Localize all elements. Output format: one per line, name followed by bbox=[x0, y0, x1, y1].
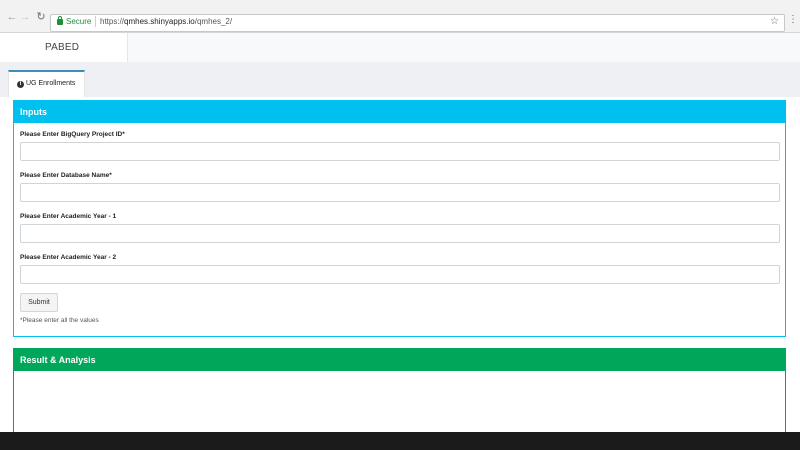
submit-button[interactable]: Submit bbox=[20, 293, 58, 312]
app-brand[interactable]: PABED bbox=[45, 42, 79, 53]
academic-year-2-field[interactable] bbox=[20, 265, 780, 284]
result-panel-title: Result & Analysis bbox=[20, 355, 96, 365]
app-header: PABED bbox=[0, 33, 800, 62]
forward-arrow-icon[interactable]: → bbox=[19, 11, 31, 23]
info-circle-icon: i bbox=[17, 81, 24, 88]
secure-label: Secure bbox=[66, 17, 92, 26]
database-name-field[interactable] bbox=[20, 183, 780, 202]
inputs-panel-title: Inputs bbox=[20, 107, 47, 117]
url-path: /qmhes_2/ bbox=[194, 17, 233, 26]
url-divider bbox=[95, 16, 96, 27]
inputs-panel-header: Inputs bbox=[14, 101, 785, 123]
database-name-label: Please Enter Database Name* bbox=[20, 172, 112, 179]
lock-icon bbox=[57, 16, 63, 25]
address-bar[interactable]: Secure https://qmhes.shinyapps.io/qmhes_… bbox=[50, 14, 785, 32]
bottom-bar bbox=[0, 432, 800, 450]
inputs-panel: Inputs Please Enter BigQuery Project ID*… bbox=[13, 100, 786, 337]
project-id-label: Please Enter BigQuery Project ID* bbox=[20, 131, 125, 138]
url-host: qmhes.shinyapps.io bbox=[124, 17, 195, 26]
reload-icon[interactable]: ↻ bbox=[35, 11, 47, 23]
academic-year-2-label: Please Enter Academic Year - 2 bbox=[20, 254, 117, 261]
url-scheme: https:// bbox=[100, 17, 125, 26]
tab-label: UG Enrollments bbox=[26, 80, 76, 87]
result-panel: Result & Analysis bbox=[13, 348, 786, 438]
tab-strip bbox=[0, 62, 800, 97]
bookmark-star-icon[interactable]: ☆ bbox=[770, 16, 779, 27]
tab-ug-enrollments[interactable]: i UG Enrollments bbox=[8, 70, 85, 97]
academic-year-1-field[interactable] bbox=[20, 224, 780, 243]
academic-year-1-label: Please Enter Academic Year - 1 bbox=[20, 213, 117, 220]
required-hint: *Please enter all the values bbox=[20, 317, 99, 324]
brand-area: PABED bbox=[0, 33, 128, 62]
browser-toolbar: ← → ↻ Secure https://qmhes.shinyapps.io/… bbox=[0, 0, 800, 33]
url-text: https://qmhes.shinyapps.io/qmhes_2/ bbox=[100, 17, 232, 26]
result-panel-header: Result & Analysis bbox=[14, 349, 785, 371]
browser-menu-icon[interactable]: ⋮ bbox=[788, 15, 798, 25]
project-id-field[interactable] bbox=[20, 142, 780, 161]
back-arrow-icon[interactable]: ← bbox=[6, 11, 18, 23]
